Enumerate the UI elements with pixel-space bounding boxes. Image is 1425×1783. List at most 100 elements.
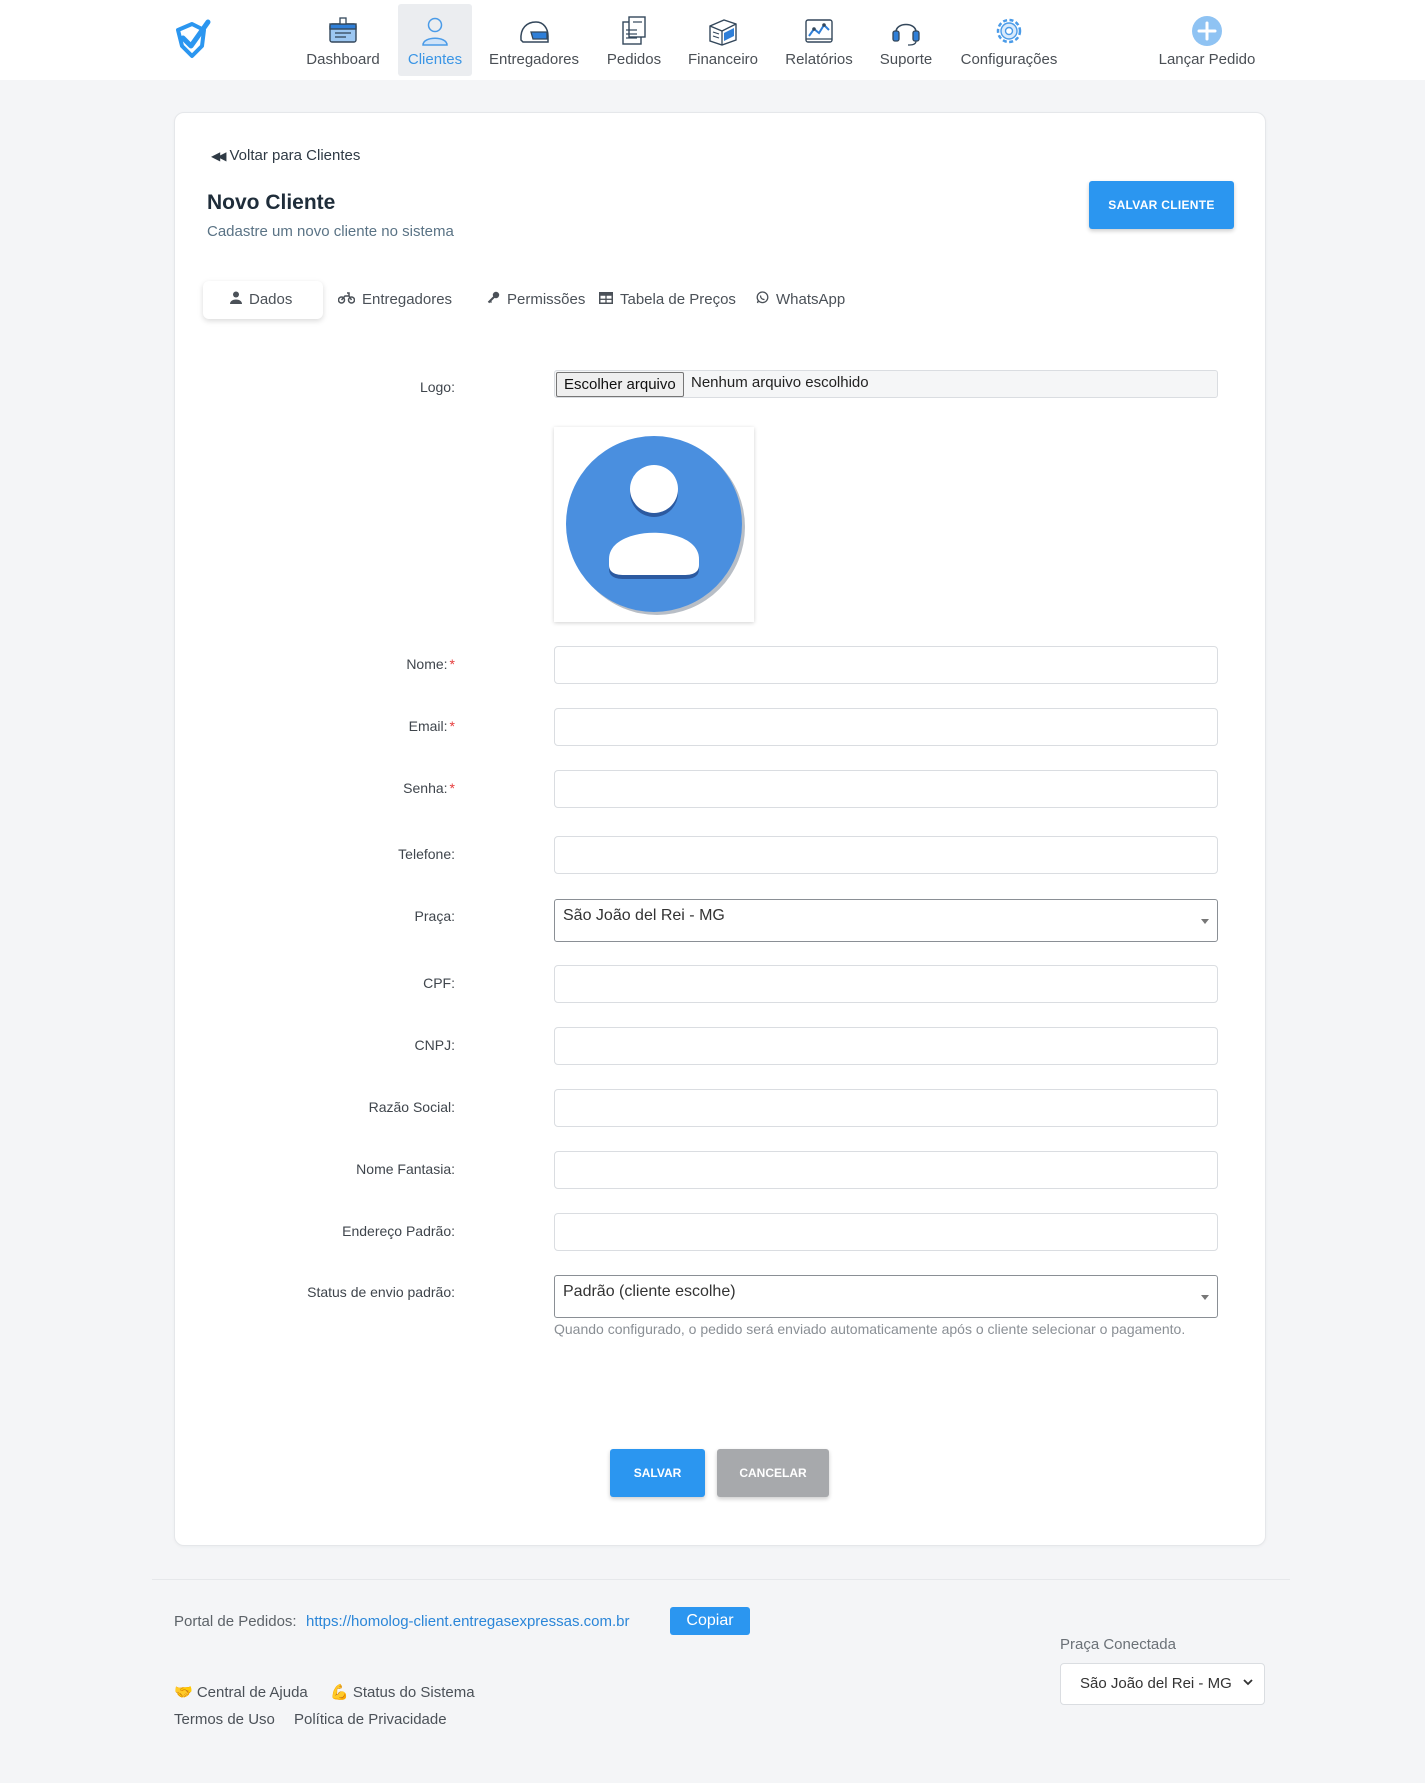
senha-input[interactable]: [554, 770, 1218, 808]
praca-select[interactable]: São João del Rei - MG: [554, 899, 1218, 942]
privacy-link[interactable]: Política de Privacidade: [294, 1711, 447, 1728]
required-mark: *: [449, 780, 455, 796]
caret-down-icon: [1201, 919, 1209, 924]
nav-label: Entregadores: [488, 51, 580, 68]
whatsapp-icon: [756, 281, 769, 319]
tab-label: Tabela de Preços: [620, 291, 736, 308]
nav-label: Configurações: [960, 51, 1058, 68]
tab-entregadores[interactable]: Entregadores: [337, 281, 452, 319]
orders-icon: [622, 16, 646, 45]
motorcycle-icon: [337, 281, 356, 319]
dashboard-icon: [329, 17, 357, 43]
nav-label: Clientes: [407, 51, 463, 68]
telefone-input[interactable]: [554, 836, 1218, 874]
nav-clientes[interactable]: Clientes: [398, 4, 472, 76]
user-icon: [230, 281, 242, 319]
required-mark: *: [449, 656, 455, 672]
page-subtitle: Cadastre um novo cliente no sistema: [207, 223, 454, 240]
status-envio-label: Status de envio padrão:: [307, 1284, 455, 1300]
tab-label: Dados: [249, 291, 293, 308]
system-status-link[interactable]: 💪 Status do Sistema: [330, 1683, 475, 1701]
cnpj-input[interactable]: [554, 1027, 1218, 1065]
nav-relatorios[interactable]: Relatórios: [776, 4, 862, 76]
tab-label: WhatsApp: [776, 291, 846, 308]
connected-praca-label: Praça Conectada: [1060, 1636, 1176, 1653]
nav-label: Financeiro: [687, 51, 759, 68]
no-file-text: Nenhum arquivo escolhido: [691, 374, 869, 391]
nome-input[interactable]: [554, 646, 1218, 684]
brand-logo[interactable]: [170, 16, 214, 62]
nav-pedidos[interactable]: Pedidos: [598, 4, 670, 76]
nome-fantasia-input[interactable]: [554, 1151, 1218, 1189]
email-label-text: Email:: [408, 718, 448, 734]
user-avatar-icon: [566, 436, 745, 615]
plus-circle-icon: [1192, 16, 1222, 46]
help-center-link[interactable]: 🤝 Central de Ajuda: [174, 1683, 308, 1701]
nav-label: Lançar Pedido: [1158, 51, 1256, 68]
back-to-clients-link[interactable]: ◀◀ Voltar para Clientes: [211, 147, 360, 164]
top-navbar: Dashboard Clientes Entregadores Pedidos: [0, 0, 1425, 80]
save-client-button[interactable]: SALVAR CLIENTE: [1089, 181, 1234, 229]
nav-suporte[interactable]: Suporte: [870, 4, 942, 76]
email-label: Email: *: [205, 718, 455, 734]
endereco-padrao-input[interactable]: [554, 1213, 1218, 1251]
praca-select-value: São João del Rei - MG: [563, 907, 725, 924]
status-envio-value: Padrão (cliente escolhe): [563, 1283, 736, 1300]
cpf-label: CPF:: [423, 975, 455, 991]
footer-divider: [152, 1579, 1290, 1580]
portal-label: Portal de Pedidos:: [174, 1613, 297, 1630]
client-form-card: ◀◀ Voltar para Clientes Novo Cliente Cada…: [174, 112, 1266, 1546]
logo-preview: [554, 427, 754, 622]
cnpj-label: CNPJ:: [414, 1037, 455, 1053]
telefone-label: Telefone:: [398, 846, 455, 862]
nome-label: Nome: *: [205, 656, 455, 672]
nav-financeiro[interactable]: Financeiro: [680, 4, 766, 76]
gear-icon: [996, 18, 1022, 44]
tab-tabela-precos[interactable]: Tabela de Preços: [599, 281, 736, 319]
connected-praca-value: São João del Rei - MG: [1080, 1675, 1232, 1692]
portal-link[interactable]: https://homolog-client.entregasexpressas…: [306, 1613, 630, 1630]
status-envio-help: Quando configurado, o pedido será enviad…: [554, 1321, 1186, 1337]
nav-entregadores[interactable]: Entregadores: [484, 4, 584, 76]
status-envio-select[interactable]: Padrão (cliente escolhe): [554, 1275, 1218, 1318]
chart-icon: [805, 19, 833, 43]
choose-file-button[interactable]: Escolher arquivo: [556, 372, 684, 397]
senha-label-text: Senha:: [403, 780, 448, 796]
razao-social-label: Razão Social:: [368, 1099, 455, 1115]
cancel-button[interactable]: CANCELAR: [717, 1449, 829, 1497]
nav-lancar-pedido[interactable]: Lançar Pedido: [1152, 4, 1262, 76]
endereco-padrao-label: Endereço Padrão:: [342, 1223, 455, 1239]
tab-permissoes[interactable]: Permissões: [487, 281, 585, 319]
caret-down-icon: [1201, 1295, 1209, 1300]
chevron-down-icon: [1243, 1679, 1253, 1686]
table-icon: [599, 281, 613, 319]
tab-label: Permissões: [507, 291, 586, 308]
nav-label: Relatórios: [785, 51, 853, 68]
money-icon: [709, 19, 737, 46]
tab-whatsapp[interactable]: WhatsApp: [756, 281, 845, 319]
terms-link[interactable]: Termos de Uso: [174, 1711, 275, 1728]
connected-praca-select[interactable]: São João del Rei - MG: [1060, 1663, 1265, 1705]
nav-dashboard[interactable]: Dashboard: [298, 4, 388, 76]
check-shield-logo-icon: [176, 19, 211, 58]
nav-label: Suporte: [879, 51, 933, 68]
logo-label: Logo:: [419, 379, 455, 395]
praca-label: Praça:: [414, 908, 455, 924]
nome-fantasia-label: Nome Fantasia:: [356, 1161, 455, 1177]
save-button[interactable]: SALVAR: [610, 1449, 705, 1497]
nav-configuracoes[interactable]: Configurações: [952, 4, 1066, 76]
senha-label: Senha: *: [205, 780, 455, 796]
copy-button[interactable]: Copiar: [670, 1607, 750, 1635]
logo-file-input[interactable]: Escolher arquivo Nenhum arquivo escolhid…: [554, 370, 1218, 398]
key-icon: [487, 281, 500, 319]
nome-label-text: Nome:: [406, 656, 448, 672]
back-link-label: Voltar para Clientes: [229, 147, 361, 164]
page-title: Novo Cliente: [207, 191, 336, 214]
cpf-input[interactable]: [554, 965, 1218, 1003]
razao-social-input[interactable]: [554, 1089, 1218, 1127]
email-input[interactable]: [554, 708, 1218, 746]
headset-icon: [892, 23, 920, 46]
tab-dados[interactable]: Dados: [203, 281, 323, 319]
user-icon: [422, 17, 448, 46]
required-mark: *: [449, 718, 455, 734]
